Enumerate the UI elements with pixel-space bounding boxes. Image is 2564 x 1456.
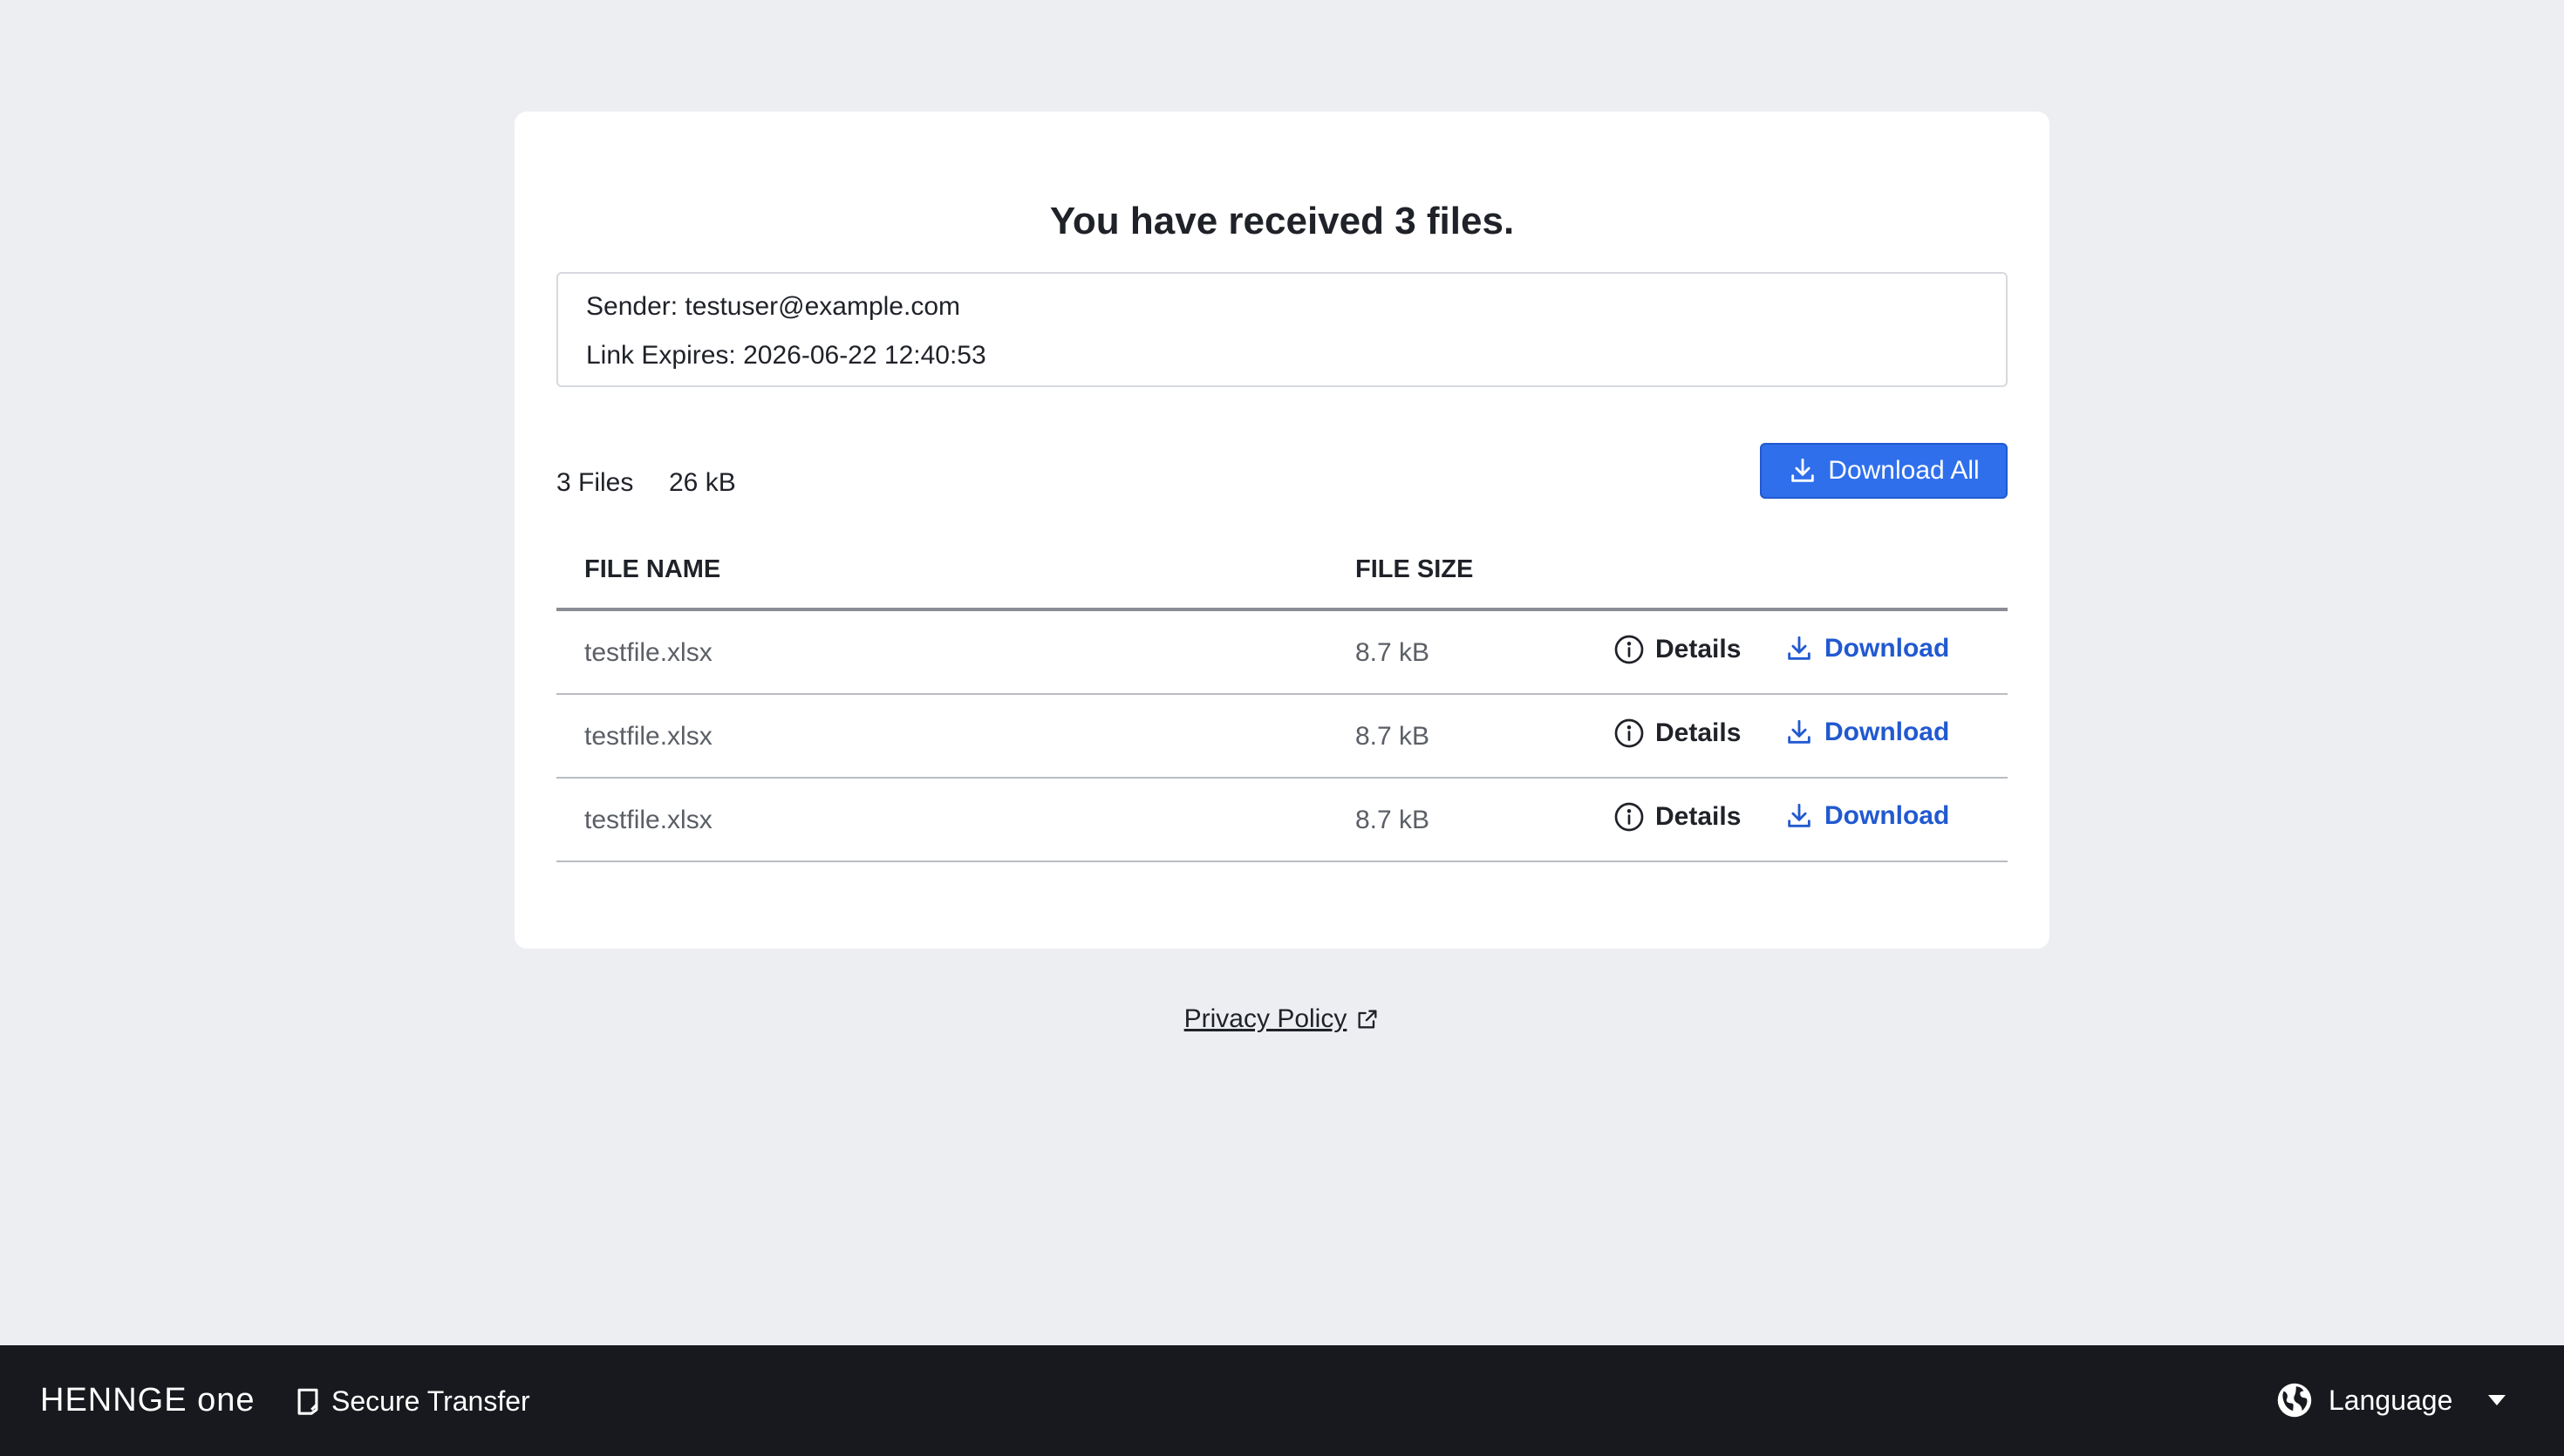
download-icon xyxy=(1788,636,1810,660)
product-name: Secure Transfer xyxy=(295,1382,530,1420)
download-all-label: Download All xyxy=(1828,456,1980,485)
expires-value: 2026-06-22 12:40:53 xyxy=(743,341,986,370)
download-label: Download xyxy=(1824,801,1950,830)
download-all-button[interactable]: Download All xyxy=(1760,443,2008,499)
external-link-icon xyxy=(1358,1010,1377,1029)
secure-transfer-logo-icon xyxy=(297,1388,318,1415)
download-icon xyxy=(1791,458,1815,482)
sender-line: Sender: testuser@example.com xyxy=(586,289,960,324)
file-size: 8.7 kB xyxy=(1355,806,1430,834)
info-circle-icon xyxy=(1614,635,1644,664)
download-icon xyxy=(1788,803,1810,827)
details-button[interactable]: Details xyxy=(1613,634,1741,665)
info-circle-icon xyxy=(1614,718,1644,748)
download-icon xyxy=(1788,719,1810,744)
download-button[interactable]: Download xyxy=(1784,634,1949,663)
transfer-info-box: Sender: testuser@example.com Link Expire… xyxy=(556,272,2008,387)
privacy-policy: Privacy Policy xyxy=(0,1004,2564,1034)
file-size: 8.7 kB xyxy=(1355,638,1430,667)
sender-value: testuser@example.com xyxy=(685,292,960,321)
file-count: 3 Files xyxy=(556,468,634,497)
language-label: Language xyxy=(2329,1385,2453,1416)
footer-bar: HENNGE one Secure Transfer Language xyxy=(0,1345,2564,1456)
download-button[interactable]: Download xyxy=(1784,801,1949,831)
caret-down-icon xyxy=(2488,1395,2506,1405)
globe-icon xyxy=(2277,1383,2312,1418)
table-row: testfile.xlsx 8.7 kB Details Download xyxy=(556,779,2008,862)
file-size: 8.7 kB xyxy=(1355,722,1430,751)
page-title: You have received 3 files. xyxy=(1049,200,1515,242)
details-button[interactable]: Details xyxy=(1613,718,1741,749)
sender-label: Sender: xyxy=(586,292,679,321)
privacy-policy-link[interactable]: Privacy Policy xyxy=(1184,1004,1347,1034)
expires-label: Link Expires: xyxy=(586,341,736,370)
table-row: testfile.xlsx 8.7 kB Details Download xyxy=(556,611,2008,695)
column-header-file-size: FILE SIZE xyxy=(1355,555,1474,583)
total-size: 26 kB xyxy=(669,468,736,497)
language-selector[interactable]: Language xyxy=(2276,1380,2506,1420)
details-label: Details xyxy=(1655,635,1742,663)
details-label: Details xyxy=(1655,802,1742,831)
table-row: testfile.xlsx 8.7 kB Details Download xyxy=(556,695,2008,779)
column-header-file-name: FILE NAME xyxy=(584,555,721,583)
file-name: testfile.xlsx xyxy=(584,806,713,834)
details-button[interactable]: Details xyxy=(1613,801,1741,833)
file-name: testfile.xlsx xyxy=(584,638,713,667)
download-label: Download xyxy=(1824,634,1950,663)
details-label: Details xyxy=(1655,718,1742,747)
expires-line: Link Expires: 2026-06-22 12:40:53 xyxy=(586,338,986,373)
product-label: Secure Transfer xyxy=(331,1385,530,1417)
download-label: Download xyxy=(1824,718,1950,746)
info-circle-icon xyxy=(1614,802,1644,832)
download-button[interactable]: Download xyxy=(1784,718,1949,747)
henngeone-logo: HENNGE one xyxy=(40,1382,256,1419)
file-name: testfile.xlsx xyxy=(584,722,713,751)
